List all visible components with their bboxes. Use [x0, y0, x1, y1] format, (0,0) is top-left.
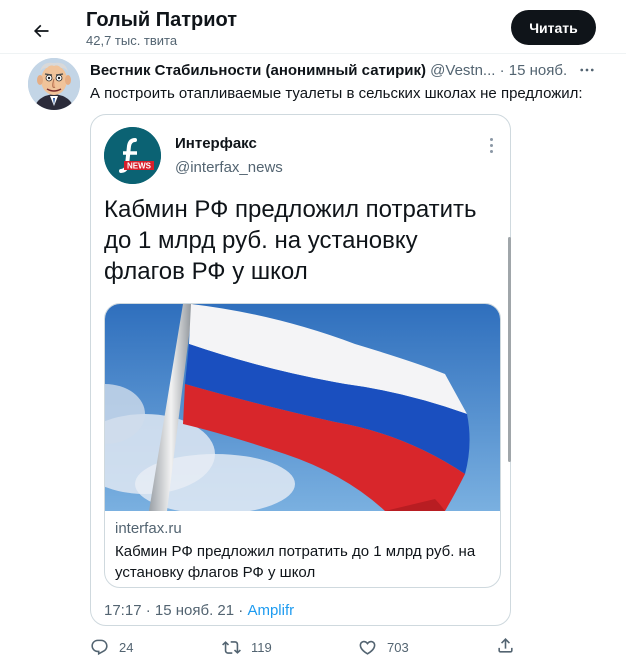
quote-source[interactable]: Amplifr — [247, 602, 294, 619]
top-header: Голый Патриот 42,7 тыс. твита Читать — [0, 0, 626, 56]
scrollbar[interactable] — [508, 237, 511, 462]
share-button[interactable] — [496, 636, 518, 658]
like-button[interactable]: 703 — [358, 636, 409, 658]
link-card[interactable]: interfax.ru Кабмин РФ предложил потратит… — [104, 303, 501, 588]
meta-separator: · — [145, 602, 151, 619]
link-domain: interfax.ru — [115, 520, 182, 537]
retweet-icon — [222, 640, 241, 654]
separator: · — [499, 62, 505, 79]
quote-time[interactable]: 17:17 — [104, 602, 142, 619]
author-name[interactable]: Вестник Стабильности (анонимный сатирик) — [90, 62, 426, 79]
reply-count: 24 — [119, 639, 134, 655]
tweet-count: 42,7 тыс. твита — [86, 33, 178, 48]
meta-separator: · — [238, 602, 244, 619]
like-count: 703 — [387, 639, 409, 655]
share-icon — [498, 638, 513, 653]
link-title: Кабмин РФ предложил потратить до 1 млрд … — [115, 543, 476, 581]
profile-title: Голый Патриот — [86, 9, 238, 31]
author-handle[interactable]: @Vestn... — [430, 62, 495, 79]
tweet-date[interactable]: 15 нояб. — [509, 62, 567, 79]
back-arrow-icon — [33, 24, 49, 38]
more-icon[interactable] — [577, 60, 597, 80]
tweet-header: Вестник Стабильности (анонимный сатирик)… — [90, 62, 567, 79]
quote-date[interactable]: 15 нояб. 21 — [155, 602, 234, 619]
avatar[interactable] — [28, 58, 80, 110]
retweet-count: 119 — [251, 639, 272, 655]
follow-button[interactable]: Читать — [511, 10, 596, 45]
like-icon — [359, 640, 376, 655]
flag-image — [105, 304, 500, 511]
quote-avatar[interactable]: NEWS — [104, 127, 161, 184]
more-dots-icon — [580, 68, 594, 72]
tweet-text: А построить отапливаемые туалеты в сельс… — [90, 85, 583, 102]
quote-author-name[interactable]: Интерфакс — [175, 135, 257, 152]
reply-button[interactable]: 24 — [90, 636, 133, 658]
quote-more-icon[interactable] — [482, 136, 500, 154]
quote-text: Кабмин РФ предложил потратить до 1 млрд … — [104, 196, 477, 285]
logo-news-text: NEWS — [127, 162, 152, 171]
quote-author-handle[interactable]: @interfax_news — [175, 159, 283, 176]
quote-meta: 17:17 · 15 нояб. 21 · Amplifr — [104, 602, 294, 619]
back-button[interactable] — [24, 14, 58, 48]
interfax-logo-icon: NEWS — [104, 127, 161, 184]
retweet-button[interactable]: 119 — [222, 636, 272, 658]
reply-icon — [91, 639, 108, 655]
cartoon-portrait-icon — [28, 58, 80, 110]
header-divider — [0, 53, 626, 54]
